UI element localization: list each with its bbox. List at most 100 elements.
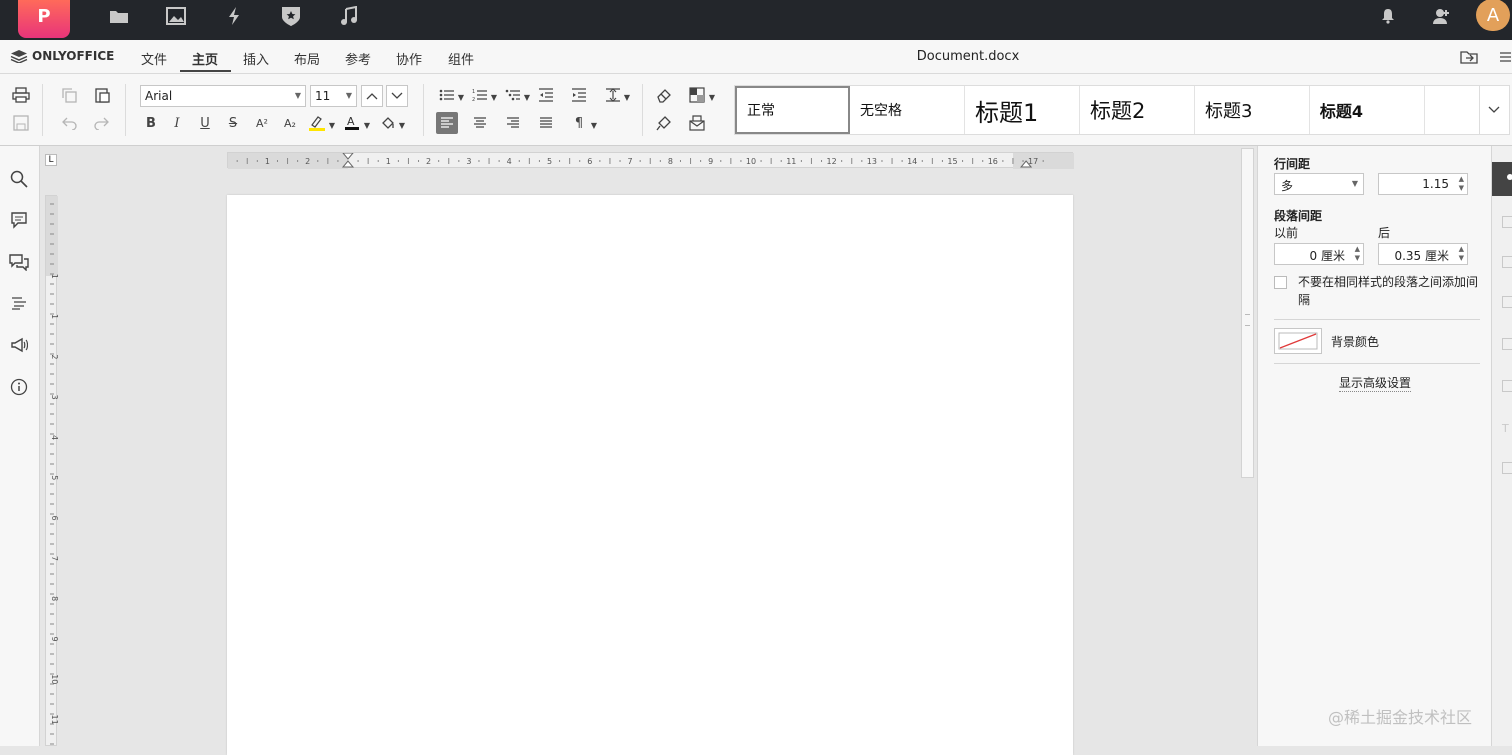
vertical-scrollbar[interactable]: [1241, 148, 1254, 478]
no-space-checkbox[interactable]: [1274, 276, 1287, 289]
italic-icon[interactable]: I: [166, 112, 188, 134]
increase-indent-icon[interactable]: [568, 84, 590, 106]
chart-settings-icon[interactable]: [1502, 380, 1512, 392]
horizontal-ruler[interactable]: 2 1 1 2 3 4 5 6 7 8 9 10 11 12 13 14 15 16 17: [227, 152, 1074, 169]
redo-icon[interactable]: [91, 112, 113, 134]
tab-insert[interactable]: 插入: [243, 49, 269, 68]
no-space-checkbox-label: 不要在相同样式的段落之间添加间隔: [1298, 275, 1479, 307]
copy-icon[interactable]: [58, 84, 80, 106]
save-icon[interactable]: [10, 112, 32, 134]
user-icon[interactable]: [1429, 4, 1453, 28]
text-art-settings-icon[interactable]: T: [1502, 422, 1512, 435]
paragraph-marks-icon[interactable]: ¶: [568, 112, 590, 134]
chevron-down-icon[interactable]: ▼: [621, 86, 633, 108]
chevron-down-icon[interactable]: ▼: [521, 86, 533, 108]
document-page[interactable]: [227, 195, 1073, 755]
font-name-select[interactable]: Arial ▼: [140, 85, 306, 107]
info-icon[interactable]: [8, 376, 30, 398]
decrease-indent-icon[interactable]: [535, 84, 557, 106]
align-center-icon[interactable]: [469, 112, 491, 134]
feedback-icon[interactable]: [8, 334, 30, 356]
image-icon[interactable]: [164, 4, 188, 28]
folder-icon[interactable]: [107, 4, 131, 28]
align-justify-icon[interactable]: [535, 112, 557, 134]
tab-stop-corner[interactable]: L: [45, 154, 57, 166]
superscript-icon[interactable]: A²: [251, 112, 273, 134]
search-icon[interactable]: [8, 168, 30, 190]
spacing-after-input[interactable]: 0.35 厘米 ▲ ▼: [1378, 243, 1468, 265]
style-normal[interactable]: 正常: [735, 86, 851, 134]
tab-references[interactable]: 参考: [345, 49, 371, 68]
line-spacing-mode-select[interactable]: 多 ▼: [1274, 173, 1364, 195]
music-icon[interactable]: [337, 4, 361, 28]
style-heading-4[interactable]: 标题4: [1310, 86, 1425, 134]
subscript-icon[interactable]: A₂: [279, 112, 301, 134]
underline-icon[interactable]: U: [194, 112, 216, 134]
style-gallery-expand-icon[interactable]: [1480, 86, 1509, 134]
clear-style-icon[interactable]: [653, 84, 675, 106]
style-heading-2[interactable]: 标题2: [1080, 86, 1195, 134]
font-size-select[interactable]: 11 ▼: [310, 85, 357, 107]
increase-font-icon[interactable]: [361, 85, 383, 107]
paragraph-settings-tab[interactable]: [1492, 162, 1512, 196]
headings-icon[interactable]: [8, 292, 30, 314]
chevron-down-icon[interactable]: ▼: [488, 86, 500, 108]
tab-file[interactable]: 文件: [141, 49, 167, 68]
undo-icon[interactable]: [58, 112, 80, 134]
open-location-icon[interactable]: [1458, 46, 1480, 68]
bolt-icon[interactable]: [222, 4, 246, 28]
strikethrough-icon[interactable]: S: [222, 112, 244, 134]
vertical-ruler[interactable]: 11234567891011: [45, 195, 59, 746]
advanced-settings-link[interactable]: 显示高级设置: [1339, 374, 1412, 392]
ruler-label: 10: [50, 674, 58, 684]
chevron-down-icon[interactable]: ▼: [361, 114, 373, 136]
chat-icon[interactable]: [8, 251, 30, 273]
ruler-label: 7: [628, 157, 633, 166]
comment-icon[interactable]: [8, 209, 30, 231]
hamburger-menu-icon[interactable]: [1498, 46, 1512, 68]
print-icon[interactable]: [10, 84, 32, 106]
chevron-down-icon[interactable]: ▼: [455, 86, 467, 108]
header-footer-settings-icon[interactable]: [1502, 296, 1512, 308]
ruler-label: 1: [50, 274, 58, 279]
mail-merge-icon[interactable]: [686, 112, 708, 134]
color-scheme-icon[interactable]: [686, 84, 708, 106]
decrease-font-icon[interactable]: [386, 85, 408, 107]
chevron-down-icon[interactable]: ▼: [396, 114, 408, 136]
spacing-before-input[interactable]: 0 厘米 ▲ ▼: [1274, 243, 1364, 265]
highlight-icon[interactable]: [306, 112, 328, 134]
line-spacing-value-input[interactable]: 1.15 ▲ ▼: [1378, 173, 1468, 195]
tab-plugins[interactable]: 组件: [448, 49, 474, 68]
bell-icon[interactable]: [1376, 4, 1400, 28]
style-no-spacing[interactable]: 无空格: [850, 86, 966, 134]
copy-style-icon[interactable]: [653, 112, 675, 134]
spinner-icon[interactable]: ▲ ▼: [1459, 245, 1464, 263]
font-color-icon[interactable]: A: [341, 112, 363, 134]
chevron-down-icon[interactable]: ▼: [326, 114, 338, 136]
tab-layout[interactable]: 布局: [294, 49, 320, 68]
align-left-icon[interactable]: [436, 112, 458, 134]
image-settings-icon[interactable]: [1502, 256, 1512, 268]
align-right-icon[interactable]: [502, 112, 524, 134]
bold-icon[interactable]: B: [140, 112, 162, 134]
table-settings-icon[interactable]: [1502, 216, 1512, 228]
scroll-grip-icon[interactable]: [1245, 314, 1250, 326]
line-spacing-label: 行间距: [1274, 157, 1311, 171]
tab-home[interactable]: 主页: [192, 49, 218, 68]
chevron-down-icon[interactable]: ▼: [706, 86, 718, 108]
tab-collaboration[interactable]: 协作: [396, 49, 422, 68]
app-logo[interactable]: P: [18, 0, 70, 38]
left-sidebar: [0, 146, 40, 746]
signature-settings-icon[interactable]: [1502, 462, 1512, 474]
shield-icon[interactable]: [279, 4, 303, 28]
ruler-label: 10: [746, 157, 756, 166]
style-heading-1[interactable]: 标题1: [965, 86, 1080, 134]
chevron-down-icon[interactable]: ▼: [588, 114, 600, 136]
shape-settings-icon[interactable]: [1502, 338, 1512, 350]
spinner-icon[interactable]: ▲ ▼: [1459, 175, 1464, 193]
paste-icon[interactable]: [91, 84, 113, 106]
avatar[interactable]: A: [1476, 0, 1510, 31]
style-heading-3[interactable]: 标题3: [1195, 86, 1310, 134]
spinner-icon[interactable]: ▲ ▼: [1355, 245, 1360, 263]
background-color-picker[interactable]: [1274, 328, 1322, 354]
